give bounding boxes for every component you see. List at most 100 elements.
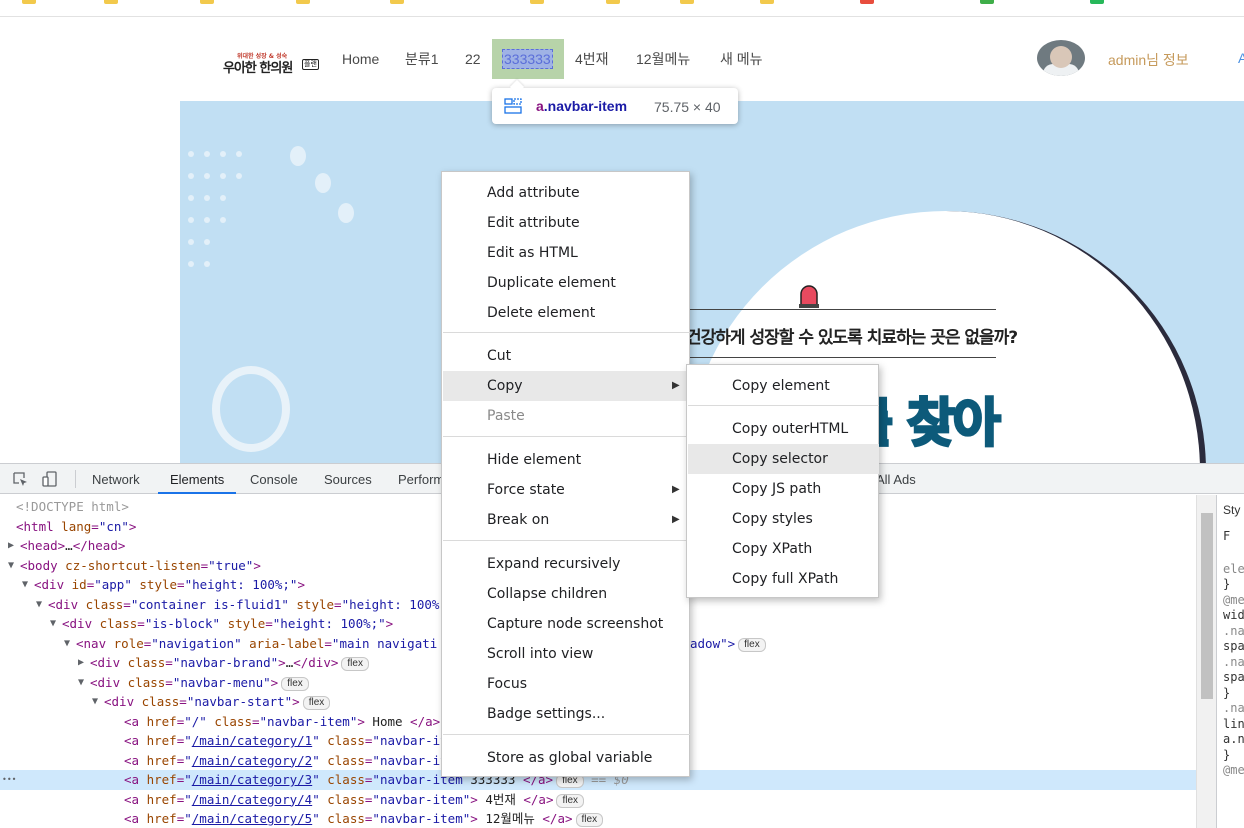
collapse-triangle-icon[interactable]: ▼ bbox=[36, 595, 42, 615]
expand-triangle-icon[interactable]: ▶ bbox=[78, 653, 84, 673]
menu-item-edit-as-html[interactable]: Edit as HTML bbox=[443, 238, 690, 268]
nav-item-home[interactable]: Home bbox=[342, 39, 379, 79]
collapse-triangle-icon[interactable]: ▼ bbox=[22, 575, 28, 595]
menu-item-cut[interactable]: Cut bbox=[443, 341, 690, 371]
tab-sources[interactable]: Sources bbox=[324, 464, 372, 494]
styles-line: .na bbox=[1223, 701, 1244, 715]
scrollbar-thumb[interactable] bbox=[1201, 513, 1213, 699]
menu-item-focus[interactable]: Focus bbox=[443, 669, 690, 699]
styles-line: spa bbox=[1223, 639, 1244, 653]
collapse-triangle-icon[interactable]: ▼ bbox=[50, 614, 56, 634]
menu-item-copy-js-path[interactable]: Copy JS path bbox=[688, 474, 879, 504]
grid-layout-icon bbox=[504, 98, 522, 114]
menu-item-capture-node-screenshot[interactable]: Capture node screenshot bbox=[443, 609, 690, 639]
nav-item-category-4[interactable]: 4번재 bbox=[575, 39, 609, 79]
menu-item-copy-full-xpath[interactable]: Copy full XPath bbox=[688, 564, 879, 594]
menu-item-delete-element[interactable]: Delete element bbox=[443, 298, 690, 328]
menu-item-store-as-global-variable[interactable]: Store as global variable bbox=[443, 743, 690, 773]
menu-item-collapse-children[interactable]: Collapse children bbox=[443, 579, 690, 609]
collapse-triangle-icon[interactable]: ▼ bbox=[64, 634, 70, 654]
context-menu: Add attribute Edit attribute Edit as HTM… bbox=[441, 171, 690, 777]
nav-item-clipped[interactable]: A bbox=[1238, 50, 1244, 66]
nav-item-category-5[interactable]: 12월메뉴 bbox=[636, 39, 690, 79]
menu-item-copy-selector[interactable]: Copy selector bbox=[688, 444, 879, 474]
flex-badge[interactable]: flex bbox=[575, 813, 604, 827]
collapse-triangle-icon[interactable]: ▼ bbox=[92, 692, 98, 712]
menu-item-copy-element[interactable]: Copy element bbox=[688, 371, 879, 401]
nav-item-category-2[interactable]: 22 bbox=[465, 39, 481, 79]
menu-item-scroll-into-view[interactable]: Scroll into view bbox=[443, 639, 690, 669]
logo-badge: 플랜 bbox=[302, 59, 319, 70]
bookmarks-bar bbox=[0, 0, 1244, 17]
folder-icon[interactable] bbox=[22, 0, 36, 4]
device-toolbar-icon[interactable] bbox=[42, 471, 58, 487]
menu-item-hide-element[interactable]: Hide element bbox=[443, 445, 690, 475]
folder-icon[interactable] bbox=[760, 0, 774, 4]
copy-submenu: Copy element Copy outerHTML Copy selecto… bbox=[686, 364, 879, 598]
tooltip-tag: a bbox=[536, 98, 544, 114]
menu-separator bbox=[443, 332, 690, 333]
styles-line: } bbox=[1223, 577, 1231, 591]
flex-badge[interactable]: flex bbox=[302, 696, 331, 710]
logo-text: 우아한 한의원 bbox=[223, 61, 293, 76]
folder-icon[interactable] bbox=[296, 0, 310, 4]
menu-item-copy[interactable]: Copy bbox=[443, 371, 690, 401]
menu-item-copy-styles[interactable]: Copy styles bbox=[688, 504, 879, 534]
admin-info-link[interactable]: admin님 정보 bbox=[1108, 50, 1189, 70]
styles-line: Sty bbox=[1223, 503, 1241, 517]
inspect-tooltip: a.navbar-item 75.75 × 40 bbox=[492, 88, 738, 124]
folder-icon[interactable] bbox=[390, 0, 404, 4]
menu-item-edit-attribute[interactable]: Edit attribute bbox=[443, 208, 690, 238]
scrollbar[interactable] bbox=[1196, 495, 1216, 828]
more-options-icon[interactable]: ••• bbox=[2, 770, 16, 790]
styles-line: lin bbox=[1223, 716, 1244, 731]
menu-item-duplicate-element[interactable]: Duplicate element bbox=[443, 268, 690, 298]
flex-badge[interactable]: flex bbox=[556, 793, 585, 808]
menu-item-break-on[interactable]: Break on bbox=[443, 505, 690, 535]
tab-all-ads[interactable]: All Ads bbox=[876, 464, 916, 494]
folder-icon[interactable] bbox=[530, 0, 544, 4]
flex-badge[interactable]: flex bbox=[738, 637, 766, 652]
menu-item-add-attribute[interactable]: Add attribute bbox=[443, 178, 690, 208]
flex-badge[interactable]: flex bbox=[341, 657, 369, 671]
tab-performance[interactable]: Perform bbox=[398, 464, 444, 494]
dom-node-row[interactable]: <a href="/main/category/5" class="navbar… bbox=[0, 809, 1196, 828]
inspect-element-icon[interactable] bbox=[12, 471, 28, 487]
avatar[interactable] bbox=[1037, 40, 1085, 76]
menu-item-badge-settings[interactable]: Badge settings... bbox=[443, 699, 690, 729]
siren-icon bbox=[799, 285, 819, 308]
collapse-triangle-icon[interactable]: ▼ bbox=[8, 556, 14, 576]
dom-node-row[interactable]: <a href="/main/category/4" class="navbar… bbox=[0, 790, 1196, 810]
folder-icon[interactable] bbox=[104, 0, 118, 4]
menu-item-expand-recursively[interactable]: Expand recursively bbox=[443, 549, 690, 579]
tab-network[interactable]: Network bbox=[92, 464, 140, 494]
menu-item-paste: Paste bbox=[487, 408, 525, 424]
bookmark-icon[interactable] bbox=[980, 0, 994, 4]
menu-item-copy-outerhtml[interactable]: Copy outerHTML bbox=[688, 414, 879, 444]
menu-item-copy-xpath[interactable]: Copy XPath bbox=[688, 534, 879, 564]
nav-item-new-menu[interactable]: 새 메뉴 bbox=[720, 39, 763, 79]
nav-item-category-3[interactable]: 333333 bbox=[492, 39, 564, 79]
site-logo[interactable]: 위대한 성장 & 성숙 우아한 한의원 플랜 bbox=[223, 51, 319, 76]
folder-icon[interactable] bbox=[606, 0, 620, 4]
tab-elements[interactable]: Elements bbox=[158, 464, 237, 494]
styles-line: } bbox=[1223, 747, 1231, 762]
styles-line: .na bbox=[1223, 623, 1244, 638]
flex-badge[interactable]: flex bbox=[281, 676, 309, 691]
styles-line: ele bbox=[1223, 561, 1244, 576]
tab-console[interactable]: Console bbox=[250, 464, 298, 494]
divider bbox=[75, 470, 76, 488]
banner-question: 건강하게 성장할 수 있도록 치료하는 곳은 없을까? bbox=[686, 328, 1018, 348]
bookmark-icon[interactable] bbox=[860, 0, 874, 4]
nav-item-category-1[interactable]: 분류1 bbox=[405, 39, 439, 79]
divider bbox=[680, 309, 996, 310]
bookmark-icon[interactable] bbox=[1090, 0, 1104, 4]
tooltip-size: 75.75 × 40 bbox=[654, 99, 721, 115]
folder-icon[interactable] bbox=[200, 0, 214, 4]
styles-line: a.n bbox=[1223, 732, 1244, 746]
styles-pane[interactable]: Sty Fele} @me wid .na spa .na spa} .na lin a.n} @me bbox=[1216, 495, 1244, 828]
collapse-triangle-icon[interactable]: ▼ bbox=[78, 673, 84, 693]
menu-item-force-state[interactable]: Force state bbox=[443, 475, 690, 505]
expand-triangle-icon[interactable]: ▶ bbox=[8, 536, 14, 556]
folder-icon[interactable] bbox=[680, 0, 694, 4]
